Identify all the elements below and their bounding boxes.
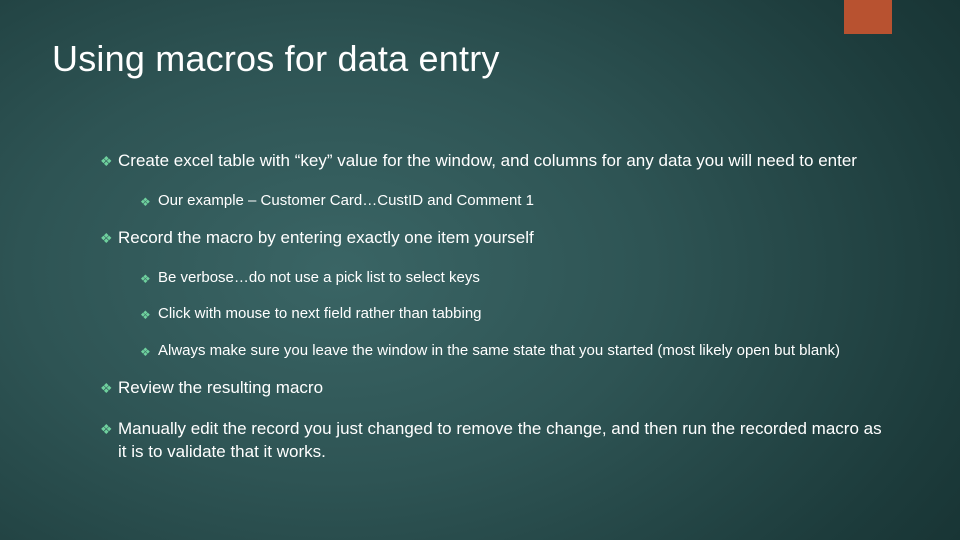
accent-bar: [844, 0, 892, 34]
slide-content: ❖ Create excel table with “key” value fo…: [100, 150, 890, 482]
bullet-item: ❖ Manually edit the record you just chan…: [100, 418, 890, 464]
bullet-item: ❖ Create excel table with “key” value fo…: [100, 150, 890, 173]
bullet-text: Be verbose…do not use a pick list to sel…: [158, 268, 890, 288]
sub-bullet-group: ❖ Be verbose…do not use a pick list to s…: [100, 268, 890, 361]
bullet-text: Record the macro by entering exactly one…: [118, 227, 890, 250]
diamond-bullet-icon: ❖: [140, 304, 158, 324]
diamond-bullet-icon: ❖: [100, 377, 118, 400]
sub-bullet-item: ❖ Our example – Customer Card…CustID and…: [140, 191, 890, 211]
sub-bullet-group: ❖ Our example – Customer Card…CustID and…: [100, 191, 890, 211]
bullet-text: Always make sure you leave the window in…: [158, 341, 890, 361]
diamond-bullet-icon: ❖: [100, 227, 118, 250]
bullet-item: ❖ Review the resulting macro: [100, 377, 890, 400]
bullet-text: Our example – Customer Card…CustID and C…: [158, 191, 890, 211]
sub-bullet-item: ❖ Always make sure you leave the window …: [140, 341, 890, 361]
diamond-bullet-icon: ❖: [100, 150, 118, 173]
diamond-bullet-icon: ❖: [100, 418, 118, 464]
sub-bullet-item: ❖ Be verbose…do not use a pick list to s…: [140, 268, 890, 288]
diamond-bullet-icon: ❖: [140, 268, 158, 288]
diamond-bullet-icon: ❖: [140, 341, 158, 361]
bullet-text: Create excel table with “key” value for …: [118, 150, 890, 173]
bullet-text: Review the resulting macro: [118, 377, 890, 400]
diamond-bullet-icon: ❖: [140, 191, 158, 211]
bullet-text: Manually edit the record you just change…: [118, 418, 890, 464]
sub-bullet-item: ❖ Click with mouse to next field rather …: [140, 304, 890, 324]
bullet-text: Click with mouse to next field rather th…: [158, 304, 890, 324]
bullet-item: ❖ Record the macro by entering exactly o…: [100, 227, 890, 250]
slide-title: Using macros for data entry: [52, 38, 500, 80]
slide: Using macros for data entry ❖ Create exc…: [0, 0, 960, 540]
